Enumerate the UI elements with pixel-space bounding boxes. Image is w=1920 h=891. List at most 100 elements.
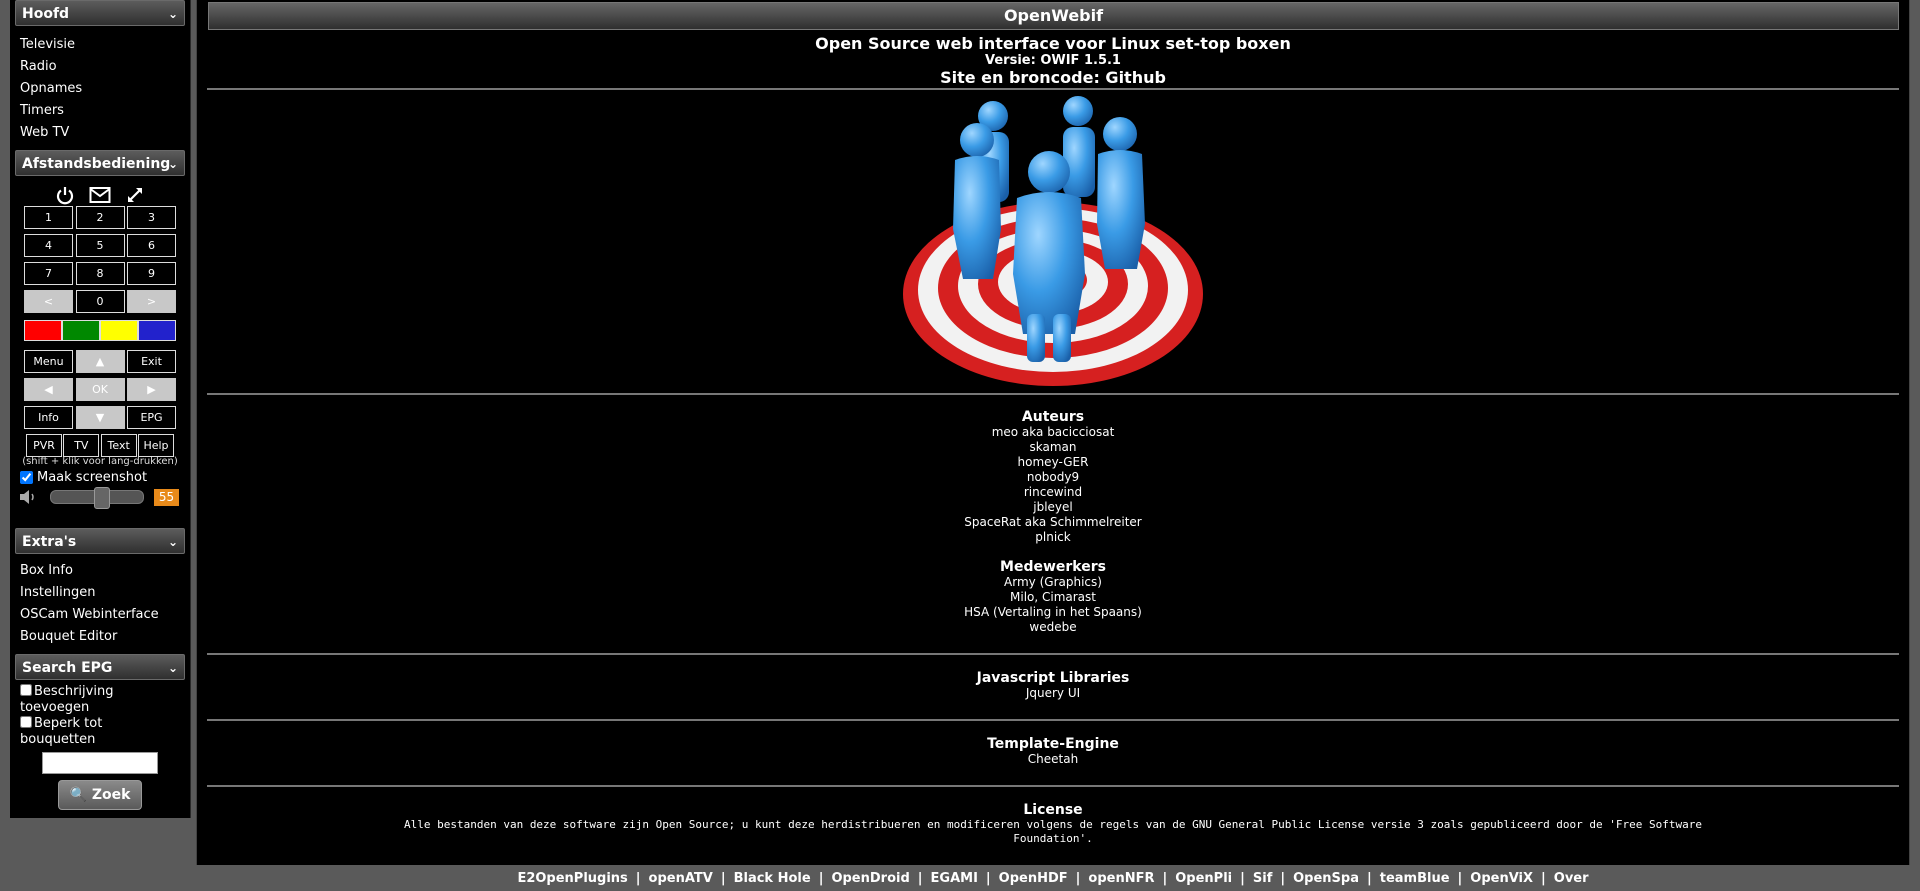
key-blue[interactable] xyxy=(138,320,176,341)
section-header-search-label: Search EPG xyxy=(22,660,113,676)
sidebar-item-oscam[interactable]: OSCam Webinterface xyxy=(10,604,190,626)
sidebar-item-boxinfo[interactable]: Box Info xyxy=(10,560,190,582)
sidebar-item-opnames[interactable]: Opnames xyxy=(10,78,190,100)
key-0[interactable]: 0 xyxy=(75,290,125,313)
key-red[interactable] xyxy=(24,320,62,341)
key-8[interactable]: 8 xyxy=(75,262,125,285)
key-5[interactable]: 5 xyxy=(75,234,125,257)
intro-heading: Open Source web interface voor Linux set… xyxy=(815,34,1291,53)
speaker-icon[interactable] xyxy=(18,488,40,506)
sidebar-item-bouquet-editor[interactable]: Bouquet Editor xyxy=(10,626,190,648)
footer-link[interactable]: openATV xyxy=(649,871,713,886)
key-right[interactable]: ▶ xyxy=(127,378,176,401)
footer-separator: | xyxy=(1075,870,1081,886)
key-help[interactable]: Help xyxy=(137,434,174,457)
key-1[interactable]: 1 xyxy=(24,206,73,229)
key-green[interactable] xyxy=(62,320,100,341)
bouquets-label: Beperk tot bouquetten xyxy=(20,716,103,747)
key-6[interactable]: 6 xyxy=(127,234,176,257)
chevron-down-icon: ⌄ xyxy=(167,157,178,171)
footer-link[interactable]: EGAMI xyxy=(931,871,978,886)
footer-link[interactable]: OpenSpa xyxy=(1293,871,1359,886)
footer-link[interactable]: Over xyxy=(1554,871,1589,886)
authors-heading: Auteurs xyxy=(1021,409,1085,425)
key-menu[interactable]: Menu xyxy=(24,350,73,373)
chevron-down-icon: ⌄ xyxy=(167,7,178,21)
footer-link[interactable]: OpenViX xyxy=(1470,871,1533,886)
key-4[interactable]: 4 xyxy=(24,234,73,257)
search-button-label: Zoek xyxy=(91,787,131,803)
sidebar-item-timers[interactable]: Timers xyxy=(10,100,190,122)
key-epg[interactable]: EPG xyxy=(127,406,176,429)
key-prev[interactable]: < xyxy=(24,290,73,313)
key-9[interactable]: 9 xyxy=(127,262,176,285)
js-libraries-heading: Javascript Libraries xyxy=(976,670,1130,686)
template-engine-heading: Template-Engine xyxy=(987,736,1119,752)
key-down[interactable]: ▼ xyxy=(75,406,125,429)
section-header-extras[interactable]: Extra's ⌄ xyxy=(15,528,185,554)
footer-link[interactable]: OpenPli xyxy=(1175,871,1232,886)
footer-separator: | xyxy=(1162,870,1168,886)
license-heading: License xyxy=(1023,802,1083,818)
footer-separator: | xyxy=(818,870,824,886)
footer-separator: | xyxy=(1457,870,1463,886)
contributor-name: wedebe xyxy=(1029,620,1077,634)
search-button[interactable]: 🔍 Zoek xyxy=(58,780,142,810)
key-pvr[interactable]: PVR xyxy=(26,434,62,457)
section-header-main[interactable]: Hoofd ⌄ xyxy=(15,0,185,26)
key-7[interactable]: 7 xyxy=(24,262,73,285)
volume-value: 55 xyxy=(154,488,179,506)
power-icon[interactable] xyxy=(55,185,75,205)
bouquets-checkbox[interactable] xyxy=(20,716,32,728)
footer-separator: | xyxy=(1280,870,1286,886)
epg-search-input[interactable] xyxy=(42,752,158,774)
screenshot-label: Maak screenshot xyxy=(37,470,148,485)
volume-slider-handle[interactable] xyxy=(94,487,110,509)
section-header-remote[interactable]: Afstandsbediening ⌄ xyxy=(15,150,185,176)
sidebar-item-instellingen[interactable]: Instellingen xyxy=(10,582,190,604)
chevron-down-icon: ⌄ xyxy=(167,661,178,675)
key-tv[interactable]: TV xyxy=(63,434,100,457)
footer-separator: | xyxy=(1541,870,1546,886)
key-3[interactable]: 3 xyxy=(127,206,176,229)
sidebar: Hoofd ⌄ Televisie Radio Opnames Timers W… xyxy=(10,0,191,818)
envelope-icon[interactable] xyxy=(89,186,111,204)
footer-link[interactable]: Sif xyxy=(1253,871,1272,886)
footer-link[interactable]: openNFR xyxy=(1088,871,1154,886)
contributor-name: Milo, Cimarast xyxy=(1010,590,1096,604)
footer-link[interactable]: OpenHDF xyxy=(999,871,1068,886)
key-left[interactable]: ◀ xyxy=(24,378,73,401)
section-header-main-label: Hoofd xyxy=(22,6,70,22)
author-name: skaman xyxy=(1029,440,1077,454)
sidebar-item-webtv[interactable]: Web TV xyxy=(10,122,190,144)
contributor-name: HSA (Vertaling in het Spaans) xyxy=(964,605,1142,619)
section-header-search-epg[interactable]: Search EPG ⌄ xyxy=(15,654,185,680)
description-checkbox[interactable] xyxy=(20,684,32,696)
key-text[interactable]: Text xyxy=(100,434,137,457)
site-link[interactable]: Site en broncode: Github xyxy=(197,68,1909,87)
section-header-remote-label: Afstandsbediening xyxy=(22,156,171,172)
author-name: jbleyel xyxy=(1033,500,1073,514)
footer-link[interactable]: Black Hole xyxy=(734,871,811,886)
footer-separator: | xyxy=(1240,870,1245,886)
screenshot-checkbox[interactable] xyxy=(20,471,33,484)
author-name: rincewind xyxy=(1023,485,1083,499)
key-up[interactable]: ▲ xyxy=(75,350,125,373)
expand-icon[interactable] xyxy=(125,185,145,205)
footer-link[interactable]: teamBlue xyxy=(1380,871,1450,886)
sidebar-item-televisie[interactable]: Televisie xyxy=(10,34,190,56)
search-option-description: Beschrijving toevoegen xyxy=(10,684,160,716)
key-2[interactable]: 2 xyxy=(75,206,125,229)
key-next[interactable]: > xyxy=(127,290,176,313)
footer-link[interactable]: E2OpenPlugins xyxy=(517,871,627,886)
footer-link[interactable]: OpenDroid xyxy=(831,871,909,886)
volume-slider[interactable] xyxy=(50,487,144,509)
key-ok[interactable]: OK xyxy=(75,378,125,401)
key-exit[interactable]: Exit xyxy=(127,350,176,373)
key-yellow[interactable] xyxy=(100,320,138,341)
author-name: nobody9 xyxy=(1026,470,1080,484)
team-target-logo xyxy=(903,96,1203,386)
key-info[interactable]: Info xyxy=(24,406,73,429)
sidebar-item-radio[interactable]: Radio xyxy=(10,56,190,78)
author-name: plnick xyxy=(1035,530,1071,544)
